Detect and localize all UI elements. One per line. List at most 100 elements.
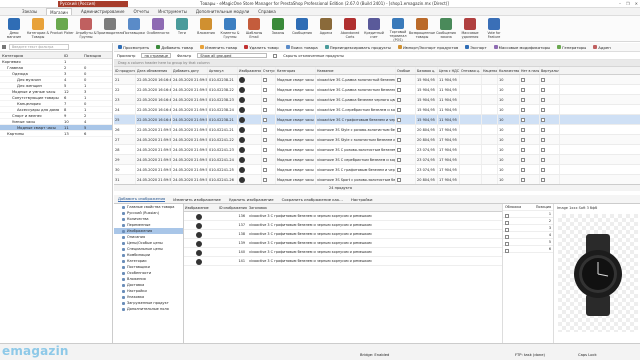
image-row[interactable]: 140 vivoactive 3 С графитовым безелем и ч…	[184, 248, 502, 257]
row-checkbox[interactable]	[263, 168, 267, 172]
row-checkbox[interactable]	[263, 118, 267, 122]
toolbar-button-6[interactable]: Импорт/Экспорт продуктов	[397, 45, 458, 50]
toolbar-button-5[interactable]: Переиндексировать продукты	[324, 45, 391, 50]
row-checkbox[interactable]	[263, 148, 267, 152]
row-checkbox[interactable]	[541, 88, 545, 92]
table-row[interactable]: 25 22.05.2020 16:16:47 24.05.2020 21:59:58…	[114, 115, 640, 125]
row-checkbox[interactable]	[397, 138, 401, 142]
row-checkbox[interactable]	[521, 138, 525, 142]
grid-column-header[interactable]: Количество	[498, 67, 520, 74]
row-checkbox[interactable]	[521, 158, 525, 162]
grid-column-header[interactable]: Название	[316, 67, 396, 74]
image-row[interactable]: 139 vivoactive 3 С графитовым безелем и ч…	[184, 239, 502, 248]
grid-column-header[interactable]: Нет в наличии	[520, 67, 540, 74]
table-row[interactable]: 23 22.05.2020 16:16:47 24.05.2020 21:59:58…	[114, 95, 640, 105]
menu-item-2[interactable]: Администрирование	[81, 8, 124, 15]
row-checkbox[interactable]	[397, 118, 401, 122]
table-row[interactable]: 28 24.05.2020 21:59:57 24.05.2020 21:59:58…	[114, 145, 640, 155]
image-row[interactable]: 136 vivoactive 3 С графитовым безелем и ч…	[184, 212, 502, 221]
row-checkbox[interactable]	[541, 128, 545, 132]
column-header-category[interactable]: Категория	[0, 52, 64, 58]
menu-item-3[interactable]: Отчеты	[133, 8, 149, 15]
table-row[interactable]: 21 22.05.2020 16:16:47 24.05.2020 21:59:58…	[114, 75, 640, 85]
row-checkbox[interactable]	[397, 168, 401, 172]
toolbar-button-2[interactable]: Изменить товар	[200, 45, 237, 50]
filter-select[interactable]: Show all grouped	[197, 53, 268, 58]
hide-disabled-checkbox[interactable]	[273, 53, 278, 58]
ribbon-button-16[interactable]: Торговый терминал (POS)	[386, 16, 410, 42]
grid-column-header[interactable]: Статус	[262, 67, 276, 74]
row-checkbox[interactable]	[397, 88, 401, 92]
row-checkbox[interactable]	[397, 108, 401, 112]
column-header-id[interactable]: ID	[64, 52, 84, 58]
maximize-button[interactable]: ❐	[626, 1, 630, 6]
ribbon-button-11[interactable]: Заказы	[266, 16, 290, 42]
row-checkbox[interactable]	[397, 98, 401, 102]
ribbon-button-10[interactable]: Шаблоны Email	[242, 16, 266, 42]
menu-item-1[interactable]: Магазин	[46, 8, 72, 15]
cover-checkbox[interactable]	[505, 249, 509, 253]
image-tool-2[interactable]: Удалить изображение	[229, 197, 274, 202]
table-row[interactable]: 24 22.05.2020 16:16:47 24.05.2020 21:59:58…	[114, 105, 640, 115]
category-row[interactable]: Картины 13 6	[0, 131, 112, 137]
toolbar-button-7[interactable]: Экспорт	[465, 45, 487, 50]
row-checkbox[interactable]	[521, 178, 525, 182]
ribbon-button-3[interactable]: Атрибуты & Группы	[74, 16, 98, 42]
grid-column-header[interactable]: Цена с НДС	[438, 67, 460, 74]
table-row[interactable]: 29 24.05.2020 21:59:57 24.05.2020 21:59:58…	[114, 155, 640, 165]
row-checkbox[interactable]	[263, 98, 267, 102]
grid-column-header[interactable]: Дата обновления	[136, 67, 172, 74]
row-checkbox[interactable]	[541, 98, 545, 102]
ribbon-button-7[interactable]: Теги	[170, 16, 194, 42]
menu-item-4[interactable]: Инструменты	[158, 8, 187, 15]
filter-icon[interactable]	[2, 45, 6, 49]
image-tool-1[interactable]: Изменить изображение	[173, 197, 221, 202]
language-selector[interactable]: Русский (Россия)	[58, 1, 128, 7]
row-checkbox[interactable]	[541, 108, 545, 112]
grid-column-header[interactable]: Артикул	[208, 67, 238, 74]
ribbon-button-18[interactable]: Сообщения заказа	[434, 16, 458, 42]
table-row[interactable]: 26 22.05.2020 21:59:56 24.05.2020 21:59:58…	[114, 125, 640, 135]
ribbon-button-4[interactable]: Производители	[96, 16, 124, 42]
row-checkbox[interactable]	[521, 108, 525, 112]
cover-checkbox[interactable]	[505, 235, 509, 239]
cover-checkbox[interactable]	[505, 221, 509, 225]
ribbon-button-13[interactable]: Адреса	[314, 16, 338, 42]
grid-column-header[interactable]: Оптовая ц.	[460, 67, 482, 74]
row-checkbox[interactable]	[541, 138, 545, 142]
grid-column-header[interactable]: Базовая ц.	[416, 67, 438, 74]
row-checkbox[interactable]	[263, 78, 267, 82]
row-checkbox[interactable]	[541, 78, 545, 82]
row-checkbox[interactable]	[397, 78, 401, 82]
grid-column-header[interactable]: Категория	[276, 67, 316, 74]
preview-select[interactable]: на странице	[141, 53, 172, 58]
ribbon-button-9[interactable]: Клиенты & Группы	[218, 16, 242, 42]
ribbon-button-6[interactable]: Особенности	[146, 16, 170, 42]
ribbon-button-1[interactable]: Категории & Товары	[26, 16, 50, 42]
toolbar-button-0[interactable]: Просмотреть	[118, 45, 149, 50]
ribbon-button-15[interactable]: Кредитный счет	[362, 16, 386, 42]
image-row[interactable]: 138 vivoactive 3 С графитовым безелем и ч…	[184, 230, 502, 239]
row-checkbox[interactable]	[263, 88, 267, 92]
grid-column-header[interactable]: Особые	[396, 67, 416, 74]
image-row[interactable]: 141 vivoactive 3 С графитовым безелем и ч…	[184, 257, 502, 266]
image-tool-0[interactable]: Добавить изображения	[118, 196, 166, 202]
row-checkbox[interactable]	[263, 178, 267, 182]
toolbar-button-10[interactable]: Адрен	[593, 45, 611, 50]
ribbon-button-19[interactable]: Массовые удаления	[458, 16, 482, 42]
row-checkbox[interactable]	[263, 138, 267, 142]
row-checkbox[interactable]	[521, 78, 525, 82]
minimize-button[interactable]: –	[619, 1, 621, 6]
table-row[interactable]: 30 24.05.2020 21:59:57 24.05.2020 21:59:58…	[114, 165, 640, 175]
menu-item-5[interactable]: Дополнительные модули	[196, 8, 249, 15]
images-column-header[interactable]: Изображение	[184, 204, 218, 211]
menu-item-0[interactable]: Заказы	[22, 8, 37, 15]
table-row[interactable]: 22 22.05.2020 16:16:47 24.05.2020 21:59:58…	[114, 85, 640, 95]
group-by-panel[interactable]: Drag a column header here to group by th…	[114, 60, 640, 67]
ribbon-button-14[interactable]: Abandoned Carts	[338, 16, 362, 42]
ribbon-button-5[interactable]: Поставщики	[122, 16, 146, 42]
property-item[interactable]: Дополнительные поля	[114, 306, 183, 312]
row-checkbox[interactable]	[397, 148, 401, 152]
row-checkbox[interactable]	[521, 128, 525, 132]
grid-column-header[interactable]: Изображение	[238, 67, 262, 74]
